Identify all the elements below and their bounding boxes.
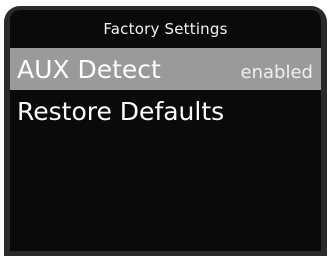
- menu-item-aux-detect[interactable]: AUX Detect enabled: [10, 48, 321, 90]
- display-screen: Factory Settings AUX Detect enabled Rest…: [10, 10, 321, 251]
- menu-item-value: enabled: [240, 61, 313, 83]
- menu-item-label: AUX Detect: [17, 54, 161, 84]
- settings-menu: AUX Detect enabled Restore Defaults: [10, 48, 321, 132]
- device: Factory Settings AUX Detect enabled Rest…: [0, 0, 331, 256]
- title-bar: Factory Settings: [10, 10, 321, 48]
- menu-item-restore-defaults[interactable]: Restore Defaults: [10, 90, 321, 132]
- menu-item-label: Restore Defaults: [17, 96, 225, 126]
- screen-title: Factory Settings: [103, 20, 228, 38]
